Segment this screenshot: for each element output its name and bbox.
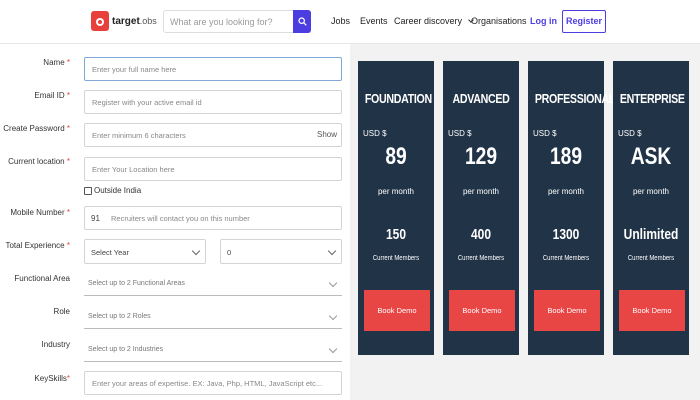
email-field[interactable]: Register with your active email id <box>84 90 342 114</box>
name-placeholder: Enter your full name here <box>92 65 177 74</box>
nav-career-discovery-label: Career discovery <box>394 16 463 26</box>
plan-price: 129 <box>464 143 498 170</box>
plan-price: 189 <box>549 143 583 170</box>
nav-organisations[interactable]: Organisations <box>471 16 527 26</box>
plan-members: 1300 <box>552 226 580 243</box>
plan-members-label: Current Members <box>542 255 590 262</box>
book-demo-button[interactable]: Book Demo <box>449 290 515 331</box>
functional-area-label: Functional Area <box>14 274 70 283</box>
mobile-placeholder: Recruiters will contact you on this numb… <box>111 214 250 223</box>
chevron-down-icon <box>327 246 337 256</box>
plan-currency: USD $ <box>533 129 557 138</box>
plan-members: Unlimited <box>623 226 679 243</box>
experience-year-value: Select Year <box>91 248 129 257</box>
password-placeholder: Enter minimum 6 characters <box>92 131 186 140</box>
search-button[interactable] <box>293 10 311 33</box>
target-jobs-logo[interactable]: target.obs <box>91 11 157 31</box>
keyskills-label: KeySkills* <box>34 374 70 383</box>
chevron-down-icon <box>328 311 338 321</box>
plan-name: ADVANCED <box>452 91 510 106</box>
email-label: Email ID * <box>34 91 70 100</box>
show-password-toggle[interactable]: Show <box>317 130 337 139</box>
experience-year-select[interactable]: Select Year <box>84 239 206 264</box>
plan-period: per month <box>547 187 585 196</box>
experience-label: Total Experience * <box>5 241 70 250</box>
book-demo-button[interactable]: Book Demo <box>364 290 430 331</box>
role-label: Role <box>53 307 70 316</box>
book-demo-button[interactable]: Book Demo <box>534 290 600 331</box>
outside-india-label: Outside India <box>94 186 142 195</box>
role-placeholder: Select up to 2 Roles <box>88 313 151 320</box>
plan-members-label: Current Members <box>457 255 505 262</box>
mobile-field[interactable]: 91 Recruiters will contact you on this n… <box>84 206 342 230</box>
chevron-down-icon <box>328 278 338 288</box>
plan-name: ENTERPRISE <box>619 91 685 106</box>
plan-currency: USD $ <box>363 129 387 138</box>
search-input[interactable] <box>164 11 294 32</box>
country-code[interactable]: 91 <box>91 214 100 223</box>
plan-card-foundation: FOUNDATION USD $ 89 per month 150 Curren… <box>358 61 434 355</box>
plan-members: 150 <box>385 226 407 243</box>
nav-events[interactable]: Events <box>360 16 388 26</box>
name-field[interactable]: Enter your full name here <box>84 57 342 81</box>
plan-card-professional: PROFESSIONAL USD $ 189 per month 1300 Cu… <box>528 61 616 355</box>
functional-area-select[interactable]: Select up to 2 Functional Areas <box>84 272 342 296</box>
plan-members: 400 <box>470 226 492 243</box>
plan-card-enterprise: ENTERPRISE USD $ ASK per month Unlimited… <box>613 61 689 355</box>
industry-label: Industry <box>41 340 70 349</box>
plan-period: per month <box>462 187 500 196</box>
search-icon <box>298 17 307 26</box>
plan-name: FOUNDATION <box>364 91 432 106</box>
mobile-label: Mobile Number * <box>10 208 70 217</box>
plan-currency: USD $ <box>618 129 642 138</box>
book-demo-button[interactable]: Book Demo <box>619 290 685 331</box>
keyskills-placeholder: Enter your areas of expertise. EX: Java,… <box>92 379 323 388</box>
nav-jobs[interactable]: Jobs <box>331 16 350 26</box>
plan-period: per month <box>632 187 670 196</box>
plan-members-label: Current Members <box>627 255 675 262</box>
name-label: Name * <box>43 58 70 67</box>
password-field[interactable]: Enter minimum 6 characters Show <box>84 123 342 147</box>
logo-text: target.obs <box>112 15 157 27</box>
keyskills-field[interactable]: Enter your areas of expertise. EX: Java,… <box>84 371 342 395</box>
plan-members-label: Current Members <box>372 255 420 262</box>
logo-icon <box>91 11 109 31</box>
plan-price: 89 <box>385 143 407 170</box>
industry-placeholder: Select up to 2 Industries <box>88 346 164 353</box>
location-label: Current location * <box>8 157 70 166</box>
email-placeholder: Register with your active email id <box>92 98 202 107</box>
location-placeholder: Enter Your Location here <box>92 165 175 174</box>
chevron-down-icon <box>191 246 201 256</box>
plan-period: per month <box>377 187 415 196</box>
plan-card-advanced: ADVANCED USD $ 129 per month 400 Current… <box>443 61 519 355</box>
functional-area-placeholder: Select up to 2 Functional Areas <box>88 280 185 287</box>
password-label: Create Password * <box>3 124 70 133</box>
search-box <box>163 10 311 33</box>
industry-select[interactable]: Select up to 2 Industries <box>84 338 342 362</box>
location-field[interactable]: Enter Your Location here <box>84 157 342 181</box>
experience-month-select[interactable]: 0 <box>220 239 342 264</box>
outside-india-checkbox[interactable] <box>84 187 92 195</box>
plan-price: ASK <box>630 143 672 170</box>
experience-month-value: 0 <box>227 248 232 257</box>
login-link[interactable]: Log in <box>530 16 557 26</box>
chevron-down-icon <box>328 344 338 354</box>
plan-currency: USD $ <box>448 129 472 138</box>
register-button[interactable]: Register <box>562 10 606 33</box>
top-header: target.obs Jobs Events Career discovery … <box>0 0 700 44</box>
plan-name: PROFESSIONAL <box>534 91 616 106</box>
role-select[interactable]: Select up to 2 Roles <box>84 305 342 329</box>
nav-career-discovery[interactable]: Career discovery <box>394 16 474 26</box>
